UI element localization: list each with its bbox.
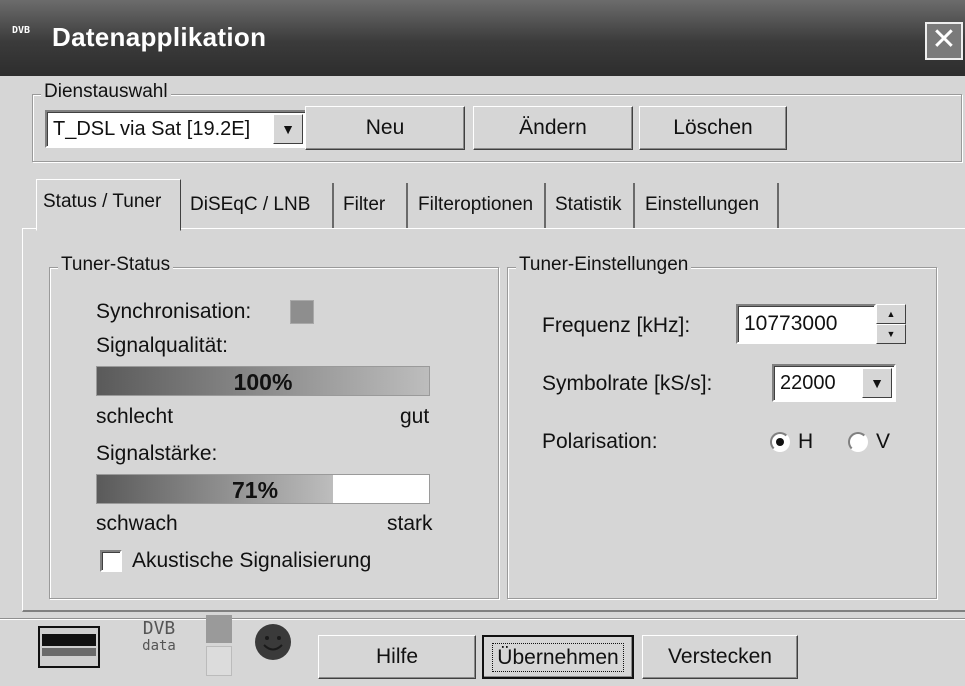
change-button-label: Ändern xyxy=(519,116,587,139)
dvb-app-icon: DVB xyxy=(12,25,31,36)
dvb-logo-top: DVB xyxy=(142,618,176,639)
tab-label: Filteroptionen xyxy=(418,194,534,215)
new-button-label: Neu xyxy=(365,116,405,139)
activity-led-bottom xyxy=(206,646,232,676)
tuner-settings-group: Tuner-Einstellungen Frequenz [kHz]: 1077… xyxy=(507,254,937,599)
service-selection-legend: Dienstauswahl xyxy=(41,81,171,103)
tuner-status-legend: Tuner-Status xyxy=(58,254,174,276)
tab-panel-status-tuner: Tuner-Status Synchronisation: Signalqual… xyxy=(22,228,965,612)
sync-label: Synchronisation: xyxy=(96,300,252,323)
frequency-label: Frequenz [kHz]: xyxy=(542,314,691,337)
polarisation-v-label[interactable]: V xyxy=(876,430,890,454)
signal-strength-low-label: schwach xyxy=(96,512,178,535)
signal-quality-low-label: schlecht xyxy=(96,405,174,428)
hide-button-label: Verstecken xyxy=(668,645,772,668)
smiley-icon xyxy=(253,622,293,662)
tuner-settings-legend: Tuner-Einstellungen xyxy=(516,254,692,276)
tab-einstellungen[interactable]: Einstellungen xyxy=(639,183,779,229)
tab-label: Filter xyxy=(343,194,386,215)
service-dropdown[interactable]: T_DSL via Sat [19.2E] ▼ xyxy=(45,110,307,148)
activity-led-top xyxy=(206,615,232,643)
status-indicator-line-mid xyxy=(42,648,96,656)
dvb-data-logo: DVB data xyxy=(124,620,194,670)
dvb-logo-bottom: data xyxy=(142,638,176,654)
symbolrate-dropdown[interactable]: 22000 ▼ xyxy=(772,364,896,402)
status-indicator-line-dark xyxy=(42,634,96,646)
status-indicator-box xyxy=(38,626,100,668)
chevron-down-icon[interactable]: ▼ xyxy=(862,368,892,398)
tab-filteroptionen[interactable]: Filteroptionen xyxy=(412,183,546,229)
acoustic-signal-label[interactable]: Akustische Signalisierung xyxy=(132,549,371,573)
tab-filter[interactable]: Filter xyxy=(337,183,408,229)
signal-quality-high-label: gut xyxy=(400,405,430,428)
tab-status-tuner[interactable]: Status / Tuner xyxy=(36,179,181,231)
tab-diseqc-lnb[interactable]: DiSEqC / LNB xyxy=(184,183,334,229)
frequency-value: 10773000 xyxy=(744,312,838,335)
tab-label: Einstellungen xyxy=(645,194,760,215)
frequency-spinner[interactable]: ▲ ▼ xyxy=(876,304,906,344)
tab-label: DiSEqC / LNB xyxy=(190,194,311,215)
signal-quality-label: Signalqualität: xyxy=(96,334,228,357)
polarisation-v-radio[interactable] xyxy=(848,432,868,452)
delete-button-label: Löschen xyxy=(673,116,753,139)
delete-button[interactable]: Löschen xyxy=(639,106,787,150)
title-bar[interactable]: DVB Datenapplikation ✕ xyxy=(0,0,965,76)
help-button[interactable]: Hilfe xyxy=(318,635,476,679)
signal-strength-high-label: stark xyxy=(387,512,433,535)
apply-button[interactable]: Übernehmen xyxy=(482,635,634,679)
tab-label: Statistik xyxy=(555,194,622,215)
tab-label: Status / Tuner xyxy=(43,191,162,212)
apply-button-label: Übernehmen xyxy=(492,643,624,672)
acoustic-signal-checkbox[interactable] xyxy=(100,550,122,572)
spin-up-icon[interactable]: ▲ xyxy=(876,304,906,324)
signal-quality-percent: 100% xyxy=(233,369,293,395)
spin-down-icon[interactable]: ▼ xyxy=(876,324,906,344)
signal-strength-label: Signalstärke: xyxy=(96,442,218,465)
hide-button[interactable]: Verstecken xyxy=(642,635,798,679)
service-selection-group: Dienstauswahl T_DSL via Sat [19.2E] ▼ Ne… xyxy=(32,81,962,162)
frequency-input[interactable]: 10773000 xyxy=(736,304,876,344)
polarisation-h-label[interactable]: H xyxy=(798,430,813,454)
symbolrate-value: 22000 xyxy=(780,372,836,394)
service-dropdown-value: T_DSL via Sat [19.2E] xyxy=(53,118,251,140)
chevron-down-icon[interactable]: ▼ xyxy=(273,114,303,144)
tuner-status-group: Tuner-Status Synchronisation: Signalqual… xyxy=(49,254,499,599)
new-button[interactable]: Neu xyxy=(305,106,465,150)
window-title: Datenapplikation xyxy=(52,22,267,52)
dialog-window: DVB Datenapplikation ✕ Dienstauswahl T_D… xyxy=(0,0,965,686)
change-button[interactable]: Ändern xyxy=(473,106,633,150)
polarisation-h-radio[interactable] xyxy=(770,432,790,452)
signal-quality-bar: 100% xyxy=(96,366,430,396)
polarisation-label: Polarisation: xyxy=(542,430,658,453)
signal-strength-percent: 71% xyxy=(232,477,279,503)
tab-statistik[interactable]: Statistik xyxy=(549,183,635,229)
symbolrate-label: Symbolrate [kS/s]: xyxy=(542,372,713,395)
close-button[interactable]: ✕ xyxy=(925,22,963,60)
sync-indicator xyxy=(290,300,314,324)
help-button-label: Hilfe xyxy=(375,645,418,668)
signal-strength-bar: 71% xyxy=(96,474,430,504)
